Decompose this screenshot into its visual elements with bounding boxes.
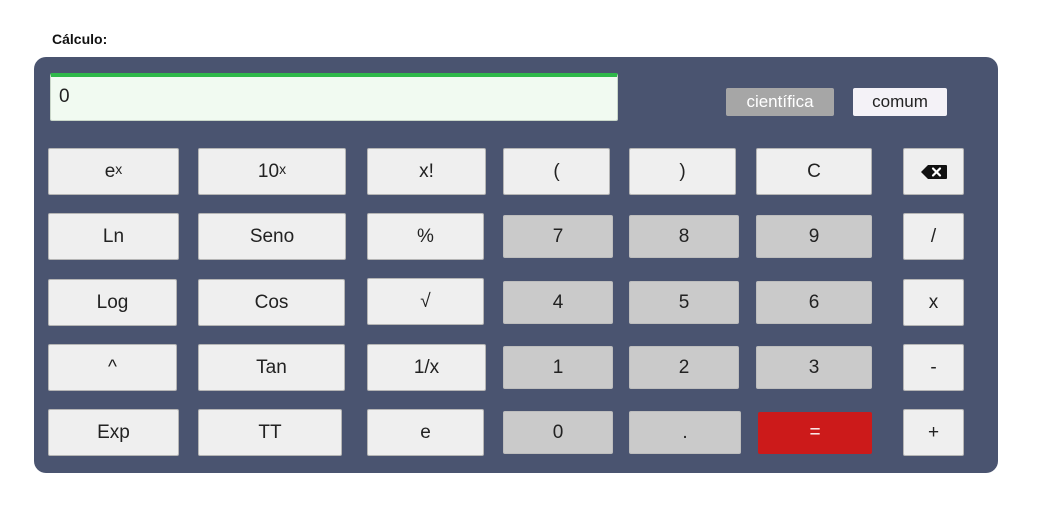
digit-3-button[interactable]: 3 (756, 346, 872, 389)
backspace-button[interactable] (903, 148, 964, 195)
calc-display[interactable]: 0 (50, 73, 618, 121)
scientific-mode-button[interactable]: científica (726, 88, 834, 116)
digit-7-button[interactable]: 7 (503, 215, 613, 258)
ten-power-base: 10 (257, 160, 280, 182)
divide-button[interactable]: / (903, 213, 964, 260)
subtract-button[interactable]: - (903, 344, 964, 391)
clear-button[interactable]: C (756, 148, 872, 195)
decimal-point-button[interactable]: . (629, 411, 741, 454)
power-button[interactable]: ^ (48, 344, 177, 391)
pi-button[interactable]: TT (198, 409, 342, 456)
digit-2-button[interactable]: 2 (629, 346, 739, 389)
digit-6-button[interactable]: 6 (756, 281, 872, 324)
backspace-icon (920, 164, 947, 179)
cosine-button[interactable]: Cos (198, 279, 345, 326)
ten-power-x-button[interactable]: 10 x (198, 148, 346, 195)
left-paren-button[interactable]: ( (503, 148, 610, 195)
log-button[interactable]: Log (48, 279, 177, 326)
exp-e-x-sup: x (115, 160, 123, 177)
sine-button[interactable]: Seno (198, 213, 346, 260)
digit-4-button[interactable]: 4 (503, 281, 613, 324)
exp-e-x-button[interactable]: ex (48, 148, 179, 195)
tangent-button[interactable]: Tan (198, 344, 345, 391)
digit-5-button[interactable]: 5 (629, 281, 739, 324)
multiply-button[interactable]: x (903, 279, 964, 326)
factorial-button[interactable]: x! (367, 148, 486, 195)
percent-button[interactable]: % (367, 213, 484, 260)
digit-1-button[interactable]: 1 (503, 346, 613, 389)
common-mode-button[interactable]: comum (853, 88, 947, 116)
exp-button[interactable]: Exp (48, 409, 179, 456)
euler-e-button[interactable]: e (367, 409, 484, 456)
ten-power-sup: x (279, 160, 287, 177)
ln-button[interactable]: Ln (48, 213, 179, 260)
digit-9-button[interactable]: 9 (756, 215, 872, 258)
square-root-button[interactable]: √ (367, 278, 484, 325)
equals-button[interactable]: = (758, 412, 872, 454)
exp-e-x-base: e (104, 160, 116, 182)
reciprocal-button[interactable]: 1/x (367, 344, 486, 391)
digit-0-button[interactable]: 0 (503, 411, 613, 454)
right-paren-button[interactable]: ) (629, 148, 736, 195)
digit-8-button[interactable]: 8 (629, 215, 739, 258)
add-button[interactable]: + (903, 409, 964, 456)
calc-title: Cálculo: (52, 31, 108, 47)
